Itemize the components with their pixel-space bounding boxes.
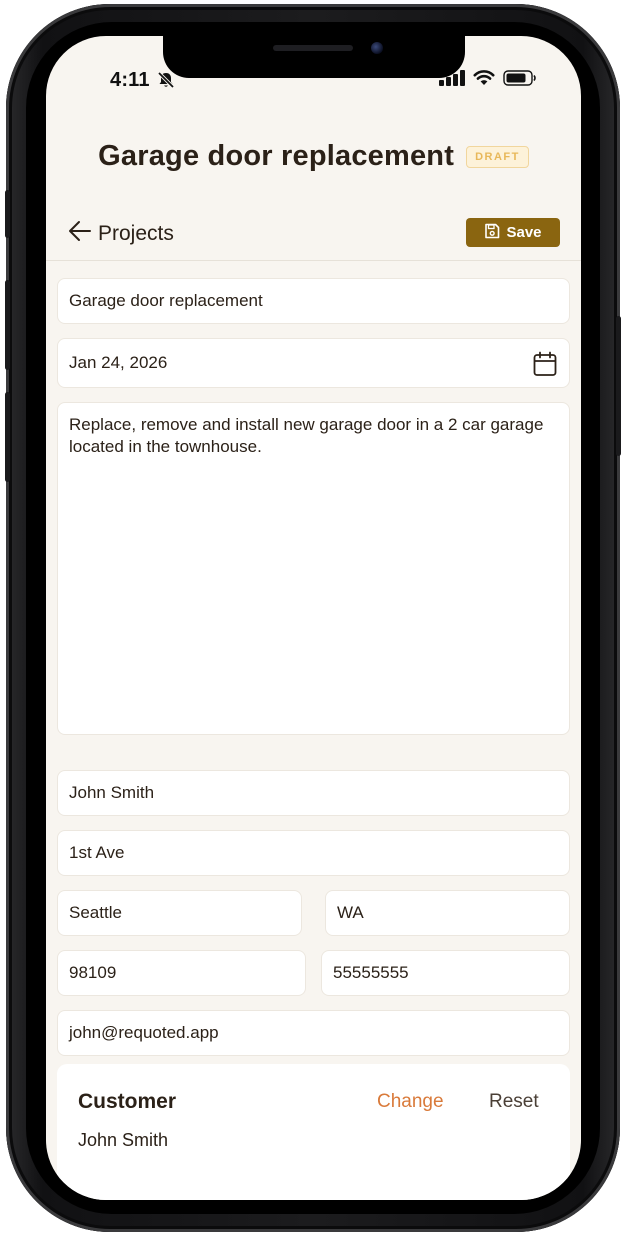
power-button [616, 316, 621, 456]
customer-name-value: John Smith [78, 1130, 169, 1150]
back-button[interactable]: Projects [68, 220, 174, 248]
customer-name-input[interactable]: John Smith [57, 770, 570, 816]
customer-card: Customer Change Reset John Smith [57, 1064, 570, 1200]
arrow-left-icon [68, 220, 92, 248]
status-badge: DRAFT [466, 145, 529, 168]
calendar-icon[interactable] [533, 351, 557, 382]
zip-input[interactable]: 98109 [57, 950, 306, 996]
title-row: Garage door replacement DRAFT [46, 140, 581, 173]
date-value: Jan 24, 2026 [69, 353, 168, 372]
wifi-icon [473, 70, 495, 91]
save-label: Save [506, 224, 542, 241]
nav-bar: Projects Save [46, 216, 581, 261]
mute-switch [5, 190, 10, 238]
speaker [273, 45, 353, 51]
back-label: Projects [98, 222, 174, 245]
status-time: 4:11 [110, 69, 150, 91]
volume-down-button [5, 392, 10, 482]
description-textarea[interactable]: Replace, remove and install new garage d… [57, 402, 570, 735]
app-screen: 4:11 Garage door replacement DRAFT Proje… [46, 36, 581, 1200]
notch [163, 36, 465, 78]
change-button[interactable]: Change [377, 1091, 444, 1113]
state-input[interactable]: WA [325, 890, 570, 936]
floppy-disk-icon [484, 223, 500, 243]
date-field[interactable]: Jan 24, 2026 [57, 338, 570, 388]
bell-slash-icon [156, 70, 176, 95]
volume-up-button [5, 280, 10, 370]
city-input[interactable]: Seattle [57, 890, 302, 936]
customer-label: Customer [78, 1090, 177, 1113]
project-name-input[interactable]: Garage door replacement [57, 278, 570, 324]
page-title: Garage door replacement [98, 140, 455, 172]
front-camera [371, 42, 383, 54]
reset-button[interactable]: Reset [489, 1091, 539, 1113]
battery-icon [503, 70, 537, 91]
street-input[interactable]: 1st Ave [57, 830, 570, 876]
save-button[interactable]: Save [466, 218, 560, 247]
email-input[interactable]: john@requoted.app [57, 1010, 570, 1056]
phone-input[interactable]: 55555555 [321, 950, 570, 996]
